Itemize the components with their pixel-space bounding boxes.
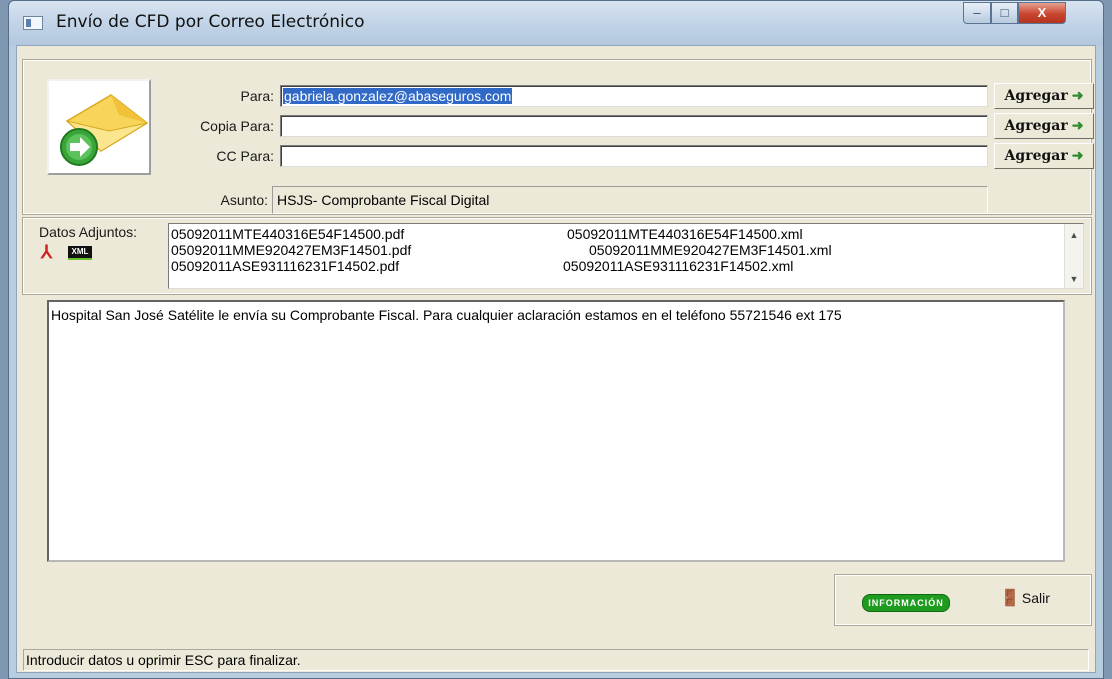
close-button[interactable]: X [1018, 2, 1066, 24]
attachment-xml[interactable]: 05092011MTE440316E54F14500.xml [567, 226, 803, 242]
maximize-button[interactable]: □ [991, 2, 1018, 24]
attachments-scrollbar[interactable]: ▲ ▼ [1064, 224, 1083, 288]
cc-para-label: CC Para: [216, 148, 274, 164]
app-icon [23, 16, 43, 30]
informacion-button[interactable]: INFORMACIÓN [862, 594, 950, 612]
recipients-panel: Para: gabriela.gonzalez@abaseguros.com A… [22, 59, 1094, 215]
attachment-pdf[interactable]: 05092011MTE440316E54F14500.pdf [171, 226, 404, 242]
status-bar: Introducir datos u oprimir ESC para fina… [23, 649, 1089, 671]
email-cfd-window: Envío de CFD por Correo Electrónico – □ … [8, 0, 1104, 679]
window-title: Envío de CFD por Correo Electrónico [56, 12, 365, 32]
attachment-pdf[interactable]: 05092011ASE931116231F14502.pdf [171, 258, 399, 274]
arrow-right-icon: ➜ [1071, 88, 1084, 104]
attachment-xml[interactable]: 05092011MME920427EM3F14501.xml [589, 242, 832, 258]
exit-door-icon: 🚪 [1000, 590, 1020, 607]
arrow-right-icon: ➜ [1071, 118, 1084, 134]
copia-para-label: Copia Para: [200, 118, 274, 134]
para-field-value: gabriela.gonzalez@abaseguros.com [283, 88, 513, 104]
attachment-xml[interactable]: 05092011ASE931116231F14502.xml [563, 258, 793, 274]
title-bar[interactable]: Envío de CFD por Correo Electrónico – □ … [9, 1, 1103, 45]
pdf-icon[interactable]: ⅄ [41, 243, 59, 261]
para-label: Para: [240, 88, 274, 104]
scroll-up-icon[interactable]: ▲ [1065, 230, 1083, 240]
envelope-send-icon [60, 94, 149, 166]
attachments-label: Datos Adjuntos: [39, 224, 138, 240]
attachments-list[interactable]: 05092011MTE440316E54F14500.pdf 05092011M… [168, 223, 1084, 289]
agregar-copia-button[interactable]: Agregar ➜ [994, 113, 1094, 139]
arrow-right-icon: ➜ [1071, 148, 1084, 164]
agregar-cc-button[interactable]: Agregar ➜ [994, 143, 1094, 169]
cc-para-field[interactable] [280, 145, 988, 167]
minimize-button[interactable]: – [963, 2, 991, 24]
attachments-panel: Datos Adjuntos: ⅄ XML 05092011MTE440316E… [22, 217, 1092, 295]
message-body-textarea[interactable]: Hospital San José Satélite le envía su C… [47, 300, 1065, 562]
actions-panel: INFORMACIÓN 🚪 Salir [834, 574, 1092, 626]
xml-icon[interactable]: XML [68, 246, 92, 260]
salir-button[interactable]: 🚪 Salir [1000, 588, 1050, 608]
form-body: Para: gabriela.gonzalez@abaseguros.com A… [16, 45, 1096, 673]
agregar-copia-label: Agregar [1004, 118, 1068, 134]
attachment-pdf[interactable]: 05092011MME920427EM3F14501.pdf [171, 242, 411, 258]
asunto-label: Asunto: [220, 192, 268, 208]
agregar-cc-label: Agregar [1004, 148, 1068, 164]
salir-label: Salir [1021, 590, 1050, 606]
copia-para-field[interactable] [280, 115, 988, 137]
agregar-para-label: Agregar [1004, 88, 1068, 104]
scroll-down-icon[interactable]: ▼ [1065, 274, 1083, 284]
para-field[interactable]: gabriela.gonzalez@abaseguros.com [280, 85, 988, 107]
send-envelope-button[interactable] [47, 79, 151, 175]
agregar-para-button[interactable]: Agregar ➜ [994, 83, 1094, 109]
asunto-field[interactable]: HSJS- Comprobante Fiscal Digital [272, 186, 988, 214]
